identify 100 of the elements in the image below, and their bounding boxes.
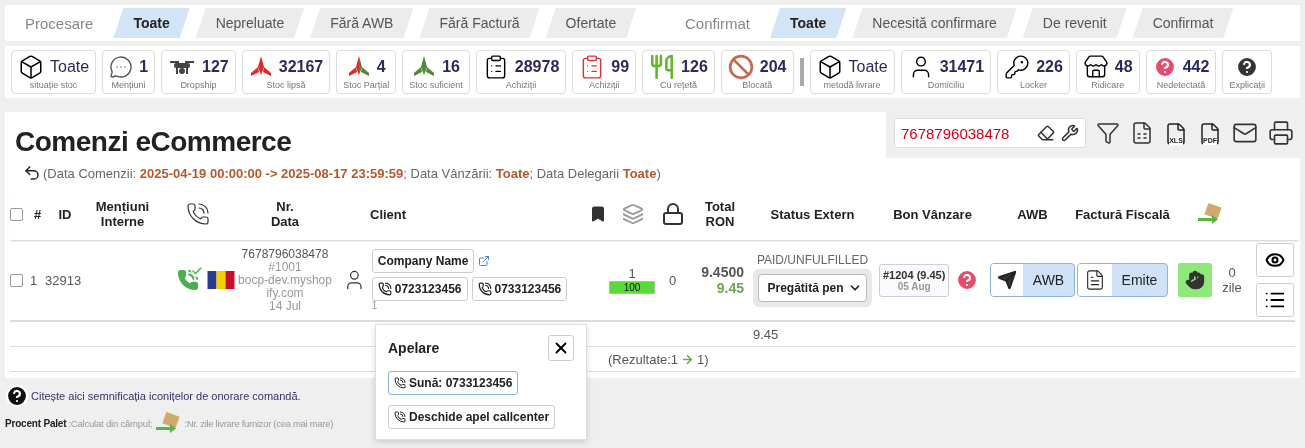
question-icon [5, 384, 29, 408]
list-button[interactable] [1256, 283, 1294, 317]
call-button[interactable]: Sună: 0733123456 [388, 371, 519, 395]
eraser-icon[interactable] [1037, 124, 1055, 142]
checkbox[interactable] [10, 207, 23, 221]
filter-chip[interactable]: 31471 Domiciliu [900, 50, 992, 94]
filter-chip[interactable]: 1 Mențiuni [102, 50, 156, 94]
filter-chip[interactable]: Toate metodă livrare [809, 50, 895, 94]
view-button[interactable] [1256, 243, 1294, 277]
rocket-icon [248, 55, 273, 79]
tab[interactable]: De revenit [1022, 8, 1127, 38]
paid-amount: 9.45 [716, 280, 744, 296]
paper-plane-icon [996, 270, 1017, 290]
client-note: 1 [371, 301, 379, 311]
filter-icon[interactable] [1096, 121, 1120, 145]
shop-icon [1082, 54, 1109, 80]
legend-text: :Nr. zile livrare furnizor (cea mai mare) [184, 417, 333, 429]
close-button[interactable] [548, 335, 574, 361]
client-name-button[interactable]: Company Name [371, 249, 475, 273]
external-link-icon[interactable] [478, 255, 491, 267]
printer-icon[interactable] [1268, 120, 1294, 146]
status-badge[interactable] [1178, 263, 1213, 297]
tab[interactable]: Fără Factură [419, 8, 540, 38]
column-header: Status Extern [770, 206, 855, 222]
quantity: 1 [628, 266, 636, 281]
shop-domain: bocp-dev.myshopify.com [237, 273, 333, 300]
column-header: Nr. Data [269, 199, 301, 229]
lock-icon [660, 202, 685, 226]
column-header: Factură Fiscală [1075, 206, 1170, 222]
filter-chip[interactable]: Toate situație stoc [11, 50, 97, 94]
hand-icon [1185, 270, 1206, 290]
column-header: Bon Vânzare [893, 206, 972, 222]
group-label: Procesare [24, 14, 95, 32]
delivery-days: 0 [1228, 265, 1236, 280]
ban-icon [727, 54, 754, 80]
tab[interactable]: Nepreluate [195, 8, 305, 38]
row-index: 1 [30, 272, 39, 288]
tab[interactable]: Confirmat [1132, 8, 1234, 38]
checkbox[interactable] [10, 273, 23, 287]
call-confirmed-icon [177, 269, 199, 291]
tab[interactable]: Toate [770, 8, 847, 38]
filter-chip[interactable]: Explicații [1222, 50, 1273, 94]
file-icon [1198, 121, 1222, 146]
stack-icon [621, 203, 644, 225]
tab[interactable]: Ofertate [545, 8, 637, 38]
phone-button[interactable]: 0723123456 [371, 277, 468, 301]
filter-chip[interactable]: 16 Stoc suficient [402, 50, 470, 94]
filter-chip[interactable]: 28978 Achiziții [475, 50, 567, 94]
eye-icon [1265, 250, 1285, 270]
column-header: Mențiuni Interne [94, 199, 151, 229]
days-unit: zile [1222, 280, 1242, 295]
order-number: #1001 [268, 260, 302, 274]
receipt-card[interactable]: #1204 (9.45) 05 Aug [879, 263, 950, 297]
stock-badge: 100 [609, 281, 655, 294]
filter-chip[interactable]: 4 Stoc Parțial [336, 50, 397, 94]
tab[interactable]: Toate [113, 8, 190, 38]
tab[interactable]: Necesită confirmare [852, 8, 1017, 38]
phone-icon [185, 202, 210, 226]
column-header: Total RON [703, 199, 737, 229]
reserved-count: 0 [667, 272, 678, 288]
table-edit-icon[interactable] [1130, 121, 1154, 145]
filter-chip[interactable]: 99 Achiziții [572, 50, 637, 94]
arrow-icon [681, 352, 695, 366]
page-title: Comenzi eCommerce [14, 125, 293, 158]
phone-icon [377, 282, 392, 296]
filter-chip[interactable]: 48 Ridicare [1075, 50, 1140, 94]
search-field[interactable]: 7678796038478 [894, 118, 1086, 148]
filter-chip[interactable]: 204 Blocată [720, 50, 794, 94]
phone-icon [394, 377, 406, 389]
help-link[interactable]: Citește aici semnificația iconițelor de onorare comandă. [31, 390, 301, 402]
group-label: Confirmat [684, 14, 752, 32]
box-icon [816, 54, 843, 80]
fork-knife-icon [649, 54, 676, 80]
reset-filter-icon[interactable] [23, 164, 41, 182]
legend-term: Procent Palet [5, 417, 67, 429]
column-header: ID [58, 206, 72, 222]
file-icon [1164, 121, 1188, 146]
phone-icon [394, 411, 406, 423]
legend-text: :Calculat din câmpul; [68, 417, 153, 429]
results-count: 1) [697, 351, 709, 367]
rocket-icon [346, 55, 371, 79]
filter-chip[interactable]: 32167 Stoc lipsă [241, 50, 331, 94]
filter-chip[interactable]: 127 Dropship [161, 50, 236, 94]
results-count: (Rezultate:1 [608, 351, 679, 367]
callcenter-button[interactable]: Deschide apel callcenter [388, 405, 556, 429]
phone-button[interactable]: 0733123456 [471, 277, 568, 301]
invoice-button[interactable]: Emite [1076, 263, 1169, 297]
order-date: 14 Jul [269, 299, 301, 313]
filter-summary: (Data Comenzii: 2025-04-19 00:00:00 -> 2025-08-17 23:59:59; Data Vânzării: Toate; Data Delegarii Toate) [43, 165, 661, 181]
tab[interactable]: Fără AWB [310, 8, 414, 38]
filter-chip[interactable]: 226 Locker [997, 50, 1070, 94]
status-select[interactable]: Pregătită pen [758, 274, 867, 302]
popup-title: Apelare [388, 340, 440, 356]
awb-button[interactable]: AWB [989, 263, 1076, 297]
filter-chip[interactable]: 442 Nedetectată [1145, 50, 1217, 94]
flag-icon [207, 271, 235, 289]
column-header: AWB [1017, 206, 1048, 222]
filter-chip[interactable]: 126 Cu rețetă [642, 50, 715, 94]
package-arrow-icon [1196, 203, 1224, 225]
tools-icon[interactable] [1061, 124, 1079, 142]
